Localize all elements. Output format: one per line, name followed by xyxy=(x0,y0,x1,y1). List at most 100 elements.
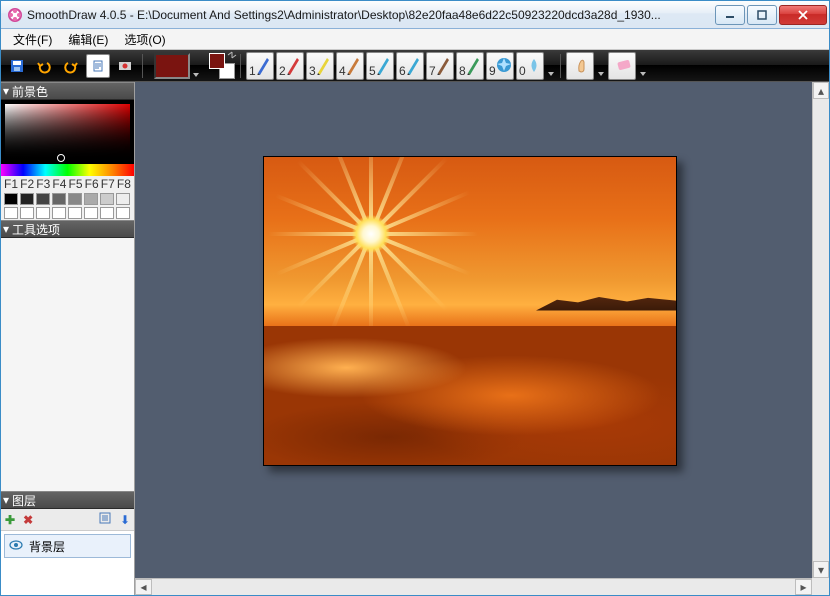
brush-tool-5[interactable]: 5 xyxy=(366,52,394,80)
layer-settings-icon[interactable] xyxy=(98,511,112,528)
swatch-dropdown-icon[interactable] xyxy=(192,53,200,79)
app-icon xyxy=(7,7,23,23)
separator xyxy=(142,54,143,78)
brush-tool-3[interactable]: 3 xyxy=(306,52,334,80)
menu-file[interactable]: 文件(F) xyxy=(5,29,60,50)
finger-tool[interactable] xyxy=(566,52,594,80)
menubar: 文件(F) 编辑(E) 选项(O) xyxy=(1,29,829,50)
layer-row-background[interactable]: 背景层 xyxy=(4,534,131,558)
redo-button[interactable] xyxy=(59,54,83,78)
separator xyxy=(240,54,241,78)
brush-tool-2[interactable]: 2 xyxy=(276,52,304,80)
undo-button[interactable] xyxy=(32,54,56,78)
color-cursor[interactable] xyxy=(57,154,65,162)
swatch-row-2 xyxy=(1,206,134,220)
color-picker[interactable] xyxy=(1,100,134,164)
scroll-corner xyxy=(812,578,829,595)
color-swatch-area xyxy=(154,53,200,79)
visibility-icon[interactable] xyxy=(9,539,23,553)
titlebar[interactable]: SmoothDraw 4.0.5 - E:\Document And Setti… xyxy=(1,1,829,29)
color-swatch[interactable] xyxy=(84,193,98,205)
color-swatch[interactable] xyxy=(68,207,82,219)
fg-color[interactable] xyxy=(209,53,225,69)
layer-name: 背景层 xyxy=(29,538,65,555)
color-swatch[interactable] xyxy=(100,193,114,205)
panel-header-layers[interactable]: ▾图层 xyxy=(1,491,134,509)
panel-title-fg: 前景色 xyxy=(12,83,48,100)
menu-edit[interactable]: 编辑(E) xyxy=(60,29,116,50)
brush-tool-1[interactable]: 1 xyxy=(246,52,274,80)
delete-layer-icon[interactable]: ✖ xyxy=(23,513,33,527)
toolbar: 1234567890 xyxy=(1,50,829,82)
brush-tool-8[interactable]: 8 xyxy=(456,52,484,80)
color-swatch[interactable] xyxy=(20,207,34,219)
scroll-up-icon[interactable]: ▴ xyxy=(813,82,829,99)
swatch-row-1 xyxy=(1,192,134,206)
panel-header-tool-options[interactable]: ▾工具选项 xyxy=(1,220,134,238)
f-label: F5 xyxy=(68,177,84,191)
color-swatch[interactable] xyxy=(20,193,34,205)
menu-options[interactable]: 选项(O) xyxy=(116,29,173,50)
brush-tool-0[interactable]: 0 xyxy=(516,52,544,80)
window-title: SmoothDraw 4.0.5 - E:\Document And Setti… xyxy=(27,8,715,22)
merge-down-icon[interactable]: ⬇ xyxy=(120,513,130,527)
sidebar: ▾前景色 F1F2F3F4F5F6F7F8 ▾工具选项 ▾图层 ✚ ✖ ⬇ 背景… xyxy=(1,82,135,595)
color-swatch[interactable] xyxy=(100,207,114,219)
panel-title-layers: 图层 xyxy=(12,492,36,509)
color-swatch[interactable] xyxy=(52,193,66,205)
brush-overflow-icon[interactable] xyxy=(547,52,555,80)
save-button[interactable] xyxy=(5,54,29,78)
f-label: F2 xyxy=(19,177,35,191)
record-button[interactable] xyxy=(113,54,137,78)
color-swatch[interactable] xyxy=(116,193,130,205)
f-label: F3 xyxy=(35,177,51,191)
color-swatch[interactable] xyxy=(52,207,66,219)
f-label: F1 xyxy=(3,177,19,191)
chevron-down-icon: ▾ xyxy=(3,222,9,236)
scroll-down-icon[interactable]: ▾ xyxy=(813,561,829,578)
scroll-right-icon[interactable]: ▸ xyxy=(795,579,812,595)
add-layer-icon[interactable]: ✚ xyxy=(5,513,15,527)
brush-tool-6[interactable]: 6 xyxy=(396,52,424,80)
color-swatch[interactable] xyxy=(68,193,82,205)
color-swatch[interactable] xyxy=(116,207,130,219)
f-label: F7 xyxy=(100,177,116,191)
maximize-button[interactable] xyxy=(747,5,777,25)
tool-options-body xyxy=(1,238,134,491)
hue-slider[interactable] xyxy=(1,164,134,176)
color-swatch-main[interactable] xyxy=(154,53,190,79)
canvas-area: ▴ ▾ xyxy=(135,82,829,578)
finger-dropdown-icon[interactable] xyxy=(597,52,605,80)
eraser-tool[interactable] xyxy=(608,52,636,80)
scroll-left-icon[interactable]: ◂ xyxy=(135,579,152,595)
panel-header-foreground[interactable]: ▾前景色 xyxy=(1,82,134,100)
brush-tool-7[interactable]: 7 xyxy=(426,52,454,80)
f-label: F4 xyxy=(51,177,67,191)
panel-title-toolopt: 工具选项 xyxy=(12,221,60,238)
document-button[interactable] xyxy=(86,54,110,78)
brush-tool-9[interactable]: 9 xyxy=(486,52,514,80)
close-button[interactable] xyxy=(779,5,827,25)
vertical-scrollbar[interactable]: ▴ ▾ xyxy=(812,82,829,578)
eraser-dropdown-icon[interactable] xyxy=(639,52,647,80)
minimize-button[interactable] xyxy=(715,5,745,25)
color-swatch[interactable] xyxy=(36,193,50,205)
color-swatch[interactable] xyxy=(4,193,18,205)
color-swatch[interactable] xyxy=(36,207,50,219)
brush-tool-4[interactable]: 4 xyxy=(336,52,364,80)
chevron-down-icon: ▾ xyxy=(3,84,9,98)
horizontal-scrollbar[interactable]: ◂ ▸ xyxy=(135,578,812,595)
fg-bg-swatch[interactable] xyxy=(209,53,235,79)
color-swatch[interactable] xyxy=(84,207,98,219)
layers-toolbar: ✚ ✖ ⬇ xyxy=(1,509,134,531)
swap-colors-icon[interactable] xyxy=(227,51,237,59)
canvas-viewport[interactable] xyxy=(135,82,812,578)
f-label: F6 xyxy=(84,177,100,191)
scroll-track[interactable] xyxy=(813,99,829,561)
color-swatch[interactable] xyxy=(4,207,18,219)
scroll-track[interactable] xyxy=(152,579,795,595)
f-key-labels: F1F2F3F4F5F6F7F8 xyxy=(1,176,134,192)
canvas-image[interactable] xyxy=(263,156,677,466)
app-window: SmoothDraw 4.0.5 - E:\Document And Setti… xyxy=(0,0,830,596)
f-label: F8 xyxy=(116,177,132,191)
